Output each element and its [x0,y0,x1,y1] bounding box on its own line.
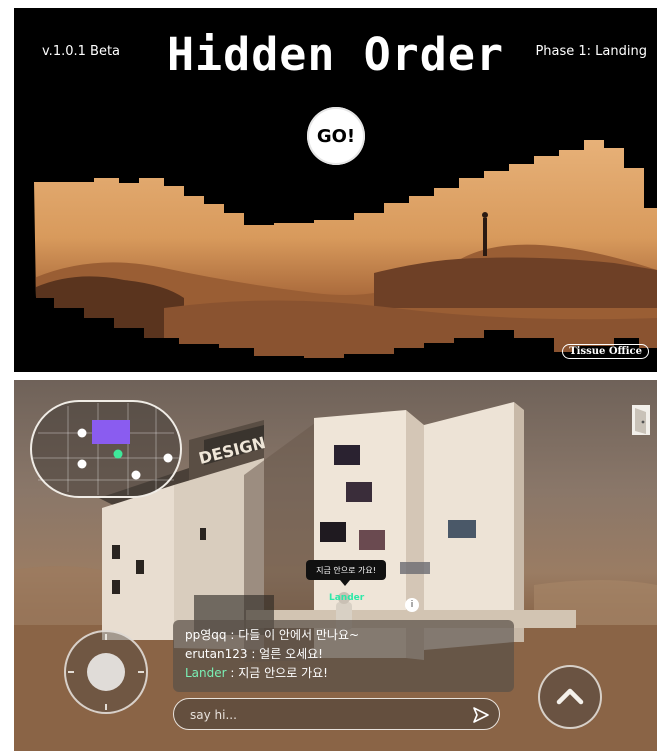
title-screen: v.1.0.1 Beta Hidden Order Phase 1: Landi… [14,8,657,372]
phase-label: Phase 1: Landing [535,44,647,59]
chat-message: erutan123 : 얼른 오세요! [185,647,323,661]
joystick-knob[interactable] [87,653,125,691]
joystick-icon[interactable] [64,630,148,714]
chat-username: pp영qq [185,628,227,642]
chat-text: 지금 안으로 가요! [238,666,328,680]
speech-bubble: 지금 안으로 가요! [306,560,386,586]
jump-button[interactable] [538,665,602,729]
chat-message: Lander : 지금 안으로 가요! [185,666,328,680]
avatar-name-label: Lander [329,593,365,603]
info-icon[interactable]: i [405,598,419,612]
game-scene: DESIGN 지금 안으로 가요! Lander i pp영qq : 다들 이 … [14,380,657,751]
chevron-up-icon [556,688,584,705]
chat-username: Lander [185,666,227,680]
minimap-icon[interactable] [28,398,184,500]
chat-text: 다들 이 안에서 만나요~ [238,628,360,642]
exit-door-icon[interactable] [631,404,651,436]
go-button[interactable]: GO! [307,107,365,165]
credit-logo: Tissue Office [562,344,649,359]
minimap-room-marker [92,420,130,444]
minimap-self-marker [113,449,123,459]
chat-username: erutan123 [185,647,248,661]
chat-message: pp영qq : 다들 이 안에서 만나요~ [185,628,360,642]
chat-text: 얼른 오세요! [259,647,323,661]
chat-log: pp영qq : 다들 이 안에서 만나요~ erutan123 : 얼른 오세요… [173,620,514,692]
send-icon[interactable] [472,706,490,724]
chat-input[interactable] [188,704,462,726]
chat-input-bar [173,698,500,730]
